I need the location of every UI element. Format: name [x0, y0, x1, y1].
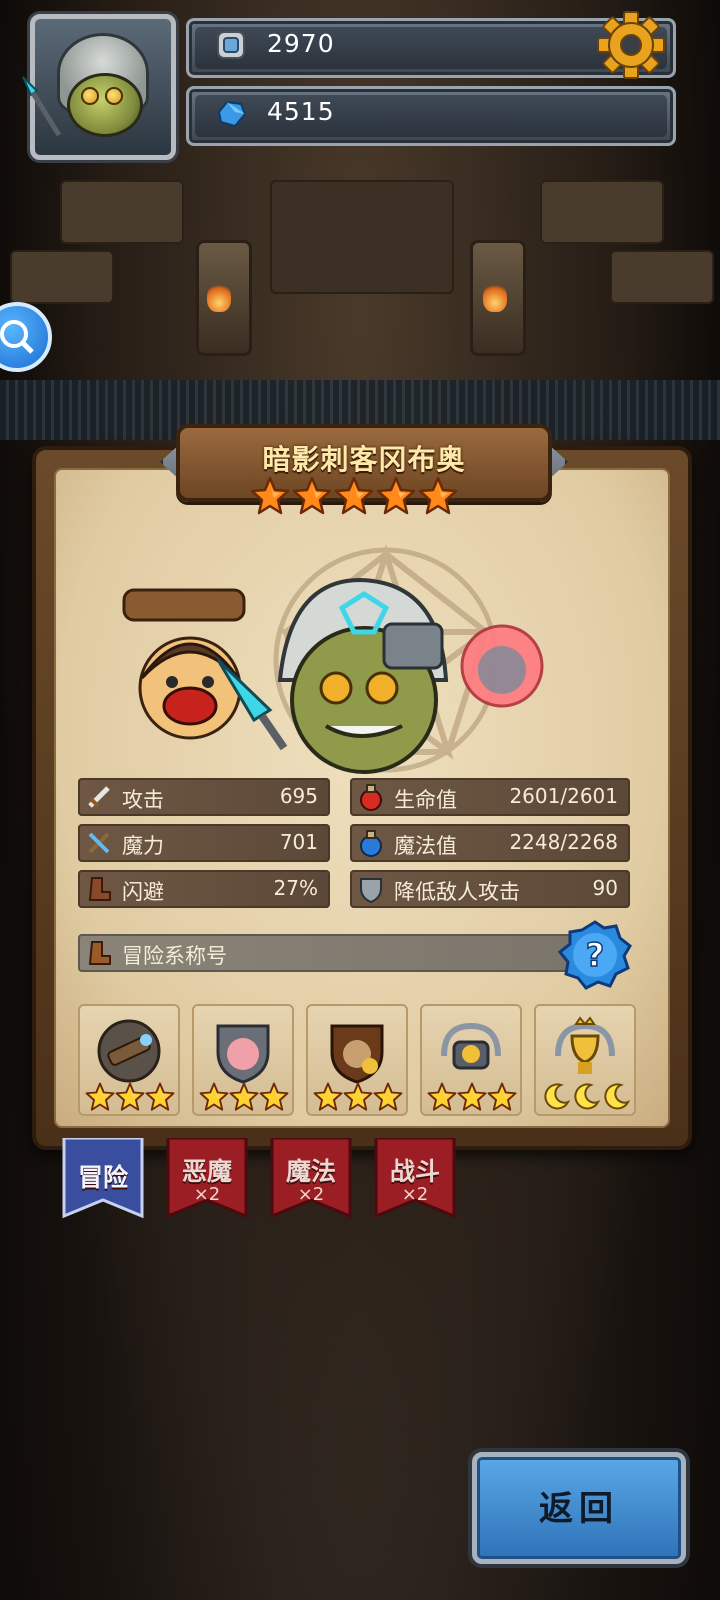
wall-brick	[610, 250, 714, 304]
magic-staff-icon	[88, 832, 110, 854]
star-icon	[292, 476, 332, 515]
star-icon	[259, 1082, 289, 1111]
stat-value: 695	[279, 784, 318, 808]
wall-brick	[10, 250, 114, 304]
star-icon	[457, 1082, 487, 1111]
stat-dodge: 闪避 27%	[78, 870, 330, 908]
silver-coin-icon	[217, 31, 245, 59]
star-icon	[418, 476, 458, 515]
torch-flame	[483, 282, 507, 312]
star-icon	[199, 1082, 229, 1111]
hero-name: 暗影刺客冈布奥	[262, 443, 466, 476]
golden-trophy-badge-icon	[555, 1016, 615, 1074]
boot-icon	[88, 941, 111, 965]
magnifier-icon	[0, 320, 34, 354]
stat-value: 701	[279, 830, 318, 854]
badge-rating	[312, 1082, 404, 1112]
tab-label: 魔法	[285, 1157, 336, 1186]
telescope-badge-icon	[97, 1019, 161, 1083]
sword-icon	[88, 786, 110, 808]
wall-brick	[60, 180, 184, 244]
moon-icon	[544, 1083, 571, 1110]
title-category-bar: 冒险系称号	[78, 934, 598, 972]
badge-rating	[198, 1082, 290, 1112]
title-badge[interactable]	[306, 1004, 408, 1116]
svg-text:?: ?	[586, 936, 605, 974]
stat-attack: 攻击 695	[78, 778, 330, 816]
gate	[270, 180, 454, 294]
shield-icon	[360, 878, 382, 904]
star-icon	[250, 476, 290, 515]
question-icon[interactable]: ?	[558, 918, 632, 992]
hero-face	[67, 73, 143, 137]
title-badge[interactable]	[534, 1004, 636, 1116]
badge-rating	[540, 1082, 632, 1112]
torch-flame	[207, 282, 231, 312]
stat-label: 生命值	[394, 788, 457, 812]
treasure-bag-badge-icon	[330, 1024, 384, 1084]
gem-amount: 4515	[267, 97, 335, 126]
title-badge[interactable]	[192, 1004, 294, 1116]
badge-rating	[426, 1082, 518, 1112]
back-button[interactable]: 返回	[472, 1452, 686, 1564]
stat-label: 魔法值	[394, 834, 457, 858]
tab-3[interactable]: 战斗 ×2	[374, 1138, 456, 1220]
tab-label: 恶魔	[181, 1157, 232, 1186]
stat-label: 闪避	[122, 880, 164, 904]
title-badge[interactable]	[78, 1004, 180, 1116]
stat-hp: 生命值 2601/2601	[350, 778, 630, 816]
title-badge[interactable]	[420, 1004, 522, 1116]
tab-label: 冒险	[77, 1163, 128, 1192]
stat-value: 2248/2268	[509, 830, 618, 854]
tab-multiplier: ×2	[297, 1184, 325, 1205]
gold-pile-laurel-badge-icon	[441, 1022, 501, 1070]
star-icon	[487, 1082, 517, 1111]
wall-brick	[540, 180, 664, 244]
star-icon	[334, 476, 374, 515]
star-icon	[229, 1082, 259, 1111]
stat-label: 攻击	[122, 788, 164, 812]
back-button-label: 返回	[539, 1489, 619, 1529]
stat-label: 降低敌人攻击	[394, 880, 520, 904]
tab-multiplier: ×2	[401, 1184, 429, 1205]
star-icon	[373, 1082, 403, 1111]
hero-avatar[interactable]	[22, 14, 176, 160]
dagger-icon	[22, 76, 62, 137]
stat-value: 2601/2601	[509, 784, 618, 808]
red-potion-icon	[360, 784, 382, 811]
badge-rating	[84, 1082, 176, 1112]
eye	[81, 87, 99, 105]
star-icon	[85, 1082, 115, 1111]
star-icon	[145, 1082, 175, 1111]
tab-multiplier: ×2	[193, 1184, 221, 1205]
tab-label: 战斗	[389, 1157, 440, 1186]
stat-magic-power: 魔力 701	[78, 824, 330, 862]
star-icon	[343, 1082, 373, 1111]
resource-bar-gems: 4515	[186, 86, 676, 146]
hero-illustration	[122, 577, 544, 774]
pig-shield-badge-icon	[216, 1024, 270, 1084]
gear-icon[interactable]	[596, 10, 666, 80]
tab-2[interactable]: 魔法 ×2	[270, 1138, 352, 1220]
stat-reduce-attack: 降低敌人攻击 90	[350, 870, 630, 908]
star-icon	[427, 1082, 457, 1111]
blue-gem-icon	[217, 100, 247, 128]
stat-value: 90	[592, 876, 618, 900]
tab-0[interactable]: 冒险	[62, 1138, 144, 1220]
moon-icon	[574, 1083, 601, 1110]
hero-star-rating	[250, 476, 460, 516]
stat-mp: 魔法值 2248/2268	[350, 824, 630, 862]
eye	[105, 87, 123, 105]
star-icon	[313, 1082, 343, 1111]
boot-icon	[88, 877, 111, 901]
star-icon	[376, 476, 416, 515]
star-icon	[115, 1082, 145, 1111]
stat-value: 27%	[273, 876, 318, 900]
blue-potion-icon	[360, 830, 382, 857]
tab-1[interactable]: 恶魔 ×2	[166, 1138, 248, 1220]
moon-icon	[604, 1083, 631, 1110]
stat-label: 魔力	[122, 834, 164, 858]
title-category-label: 冒险系称号	[122, 944, 227, 968]
silver-amount: 2970	[267, 29, 335, 58]
